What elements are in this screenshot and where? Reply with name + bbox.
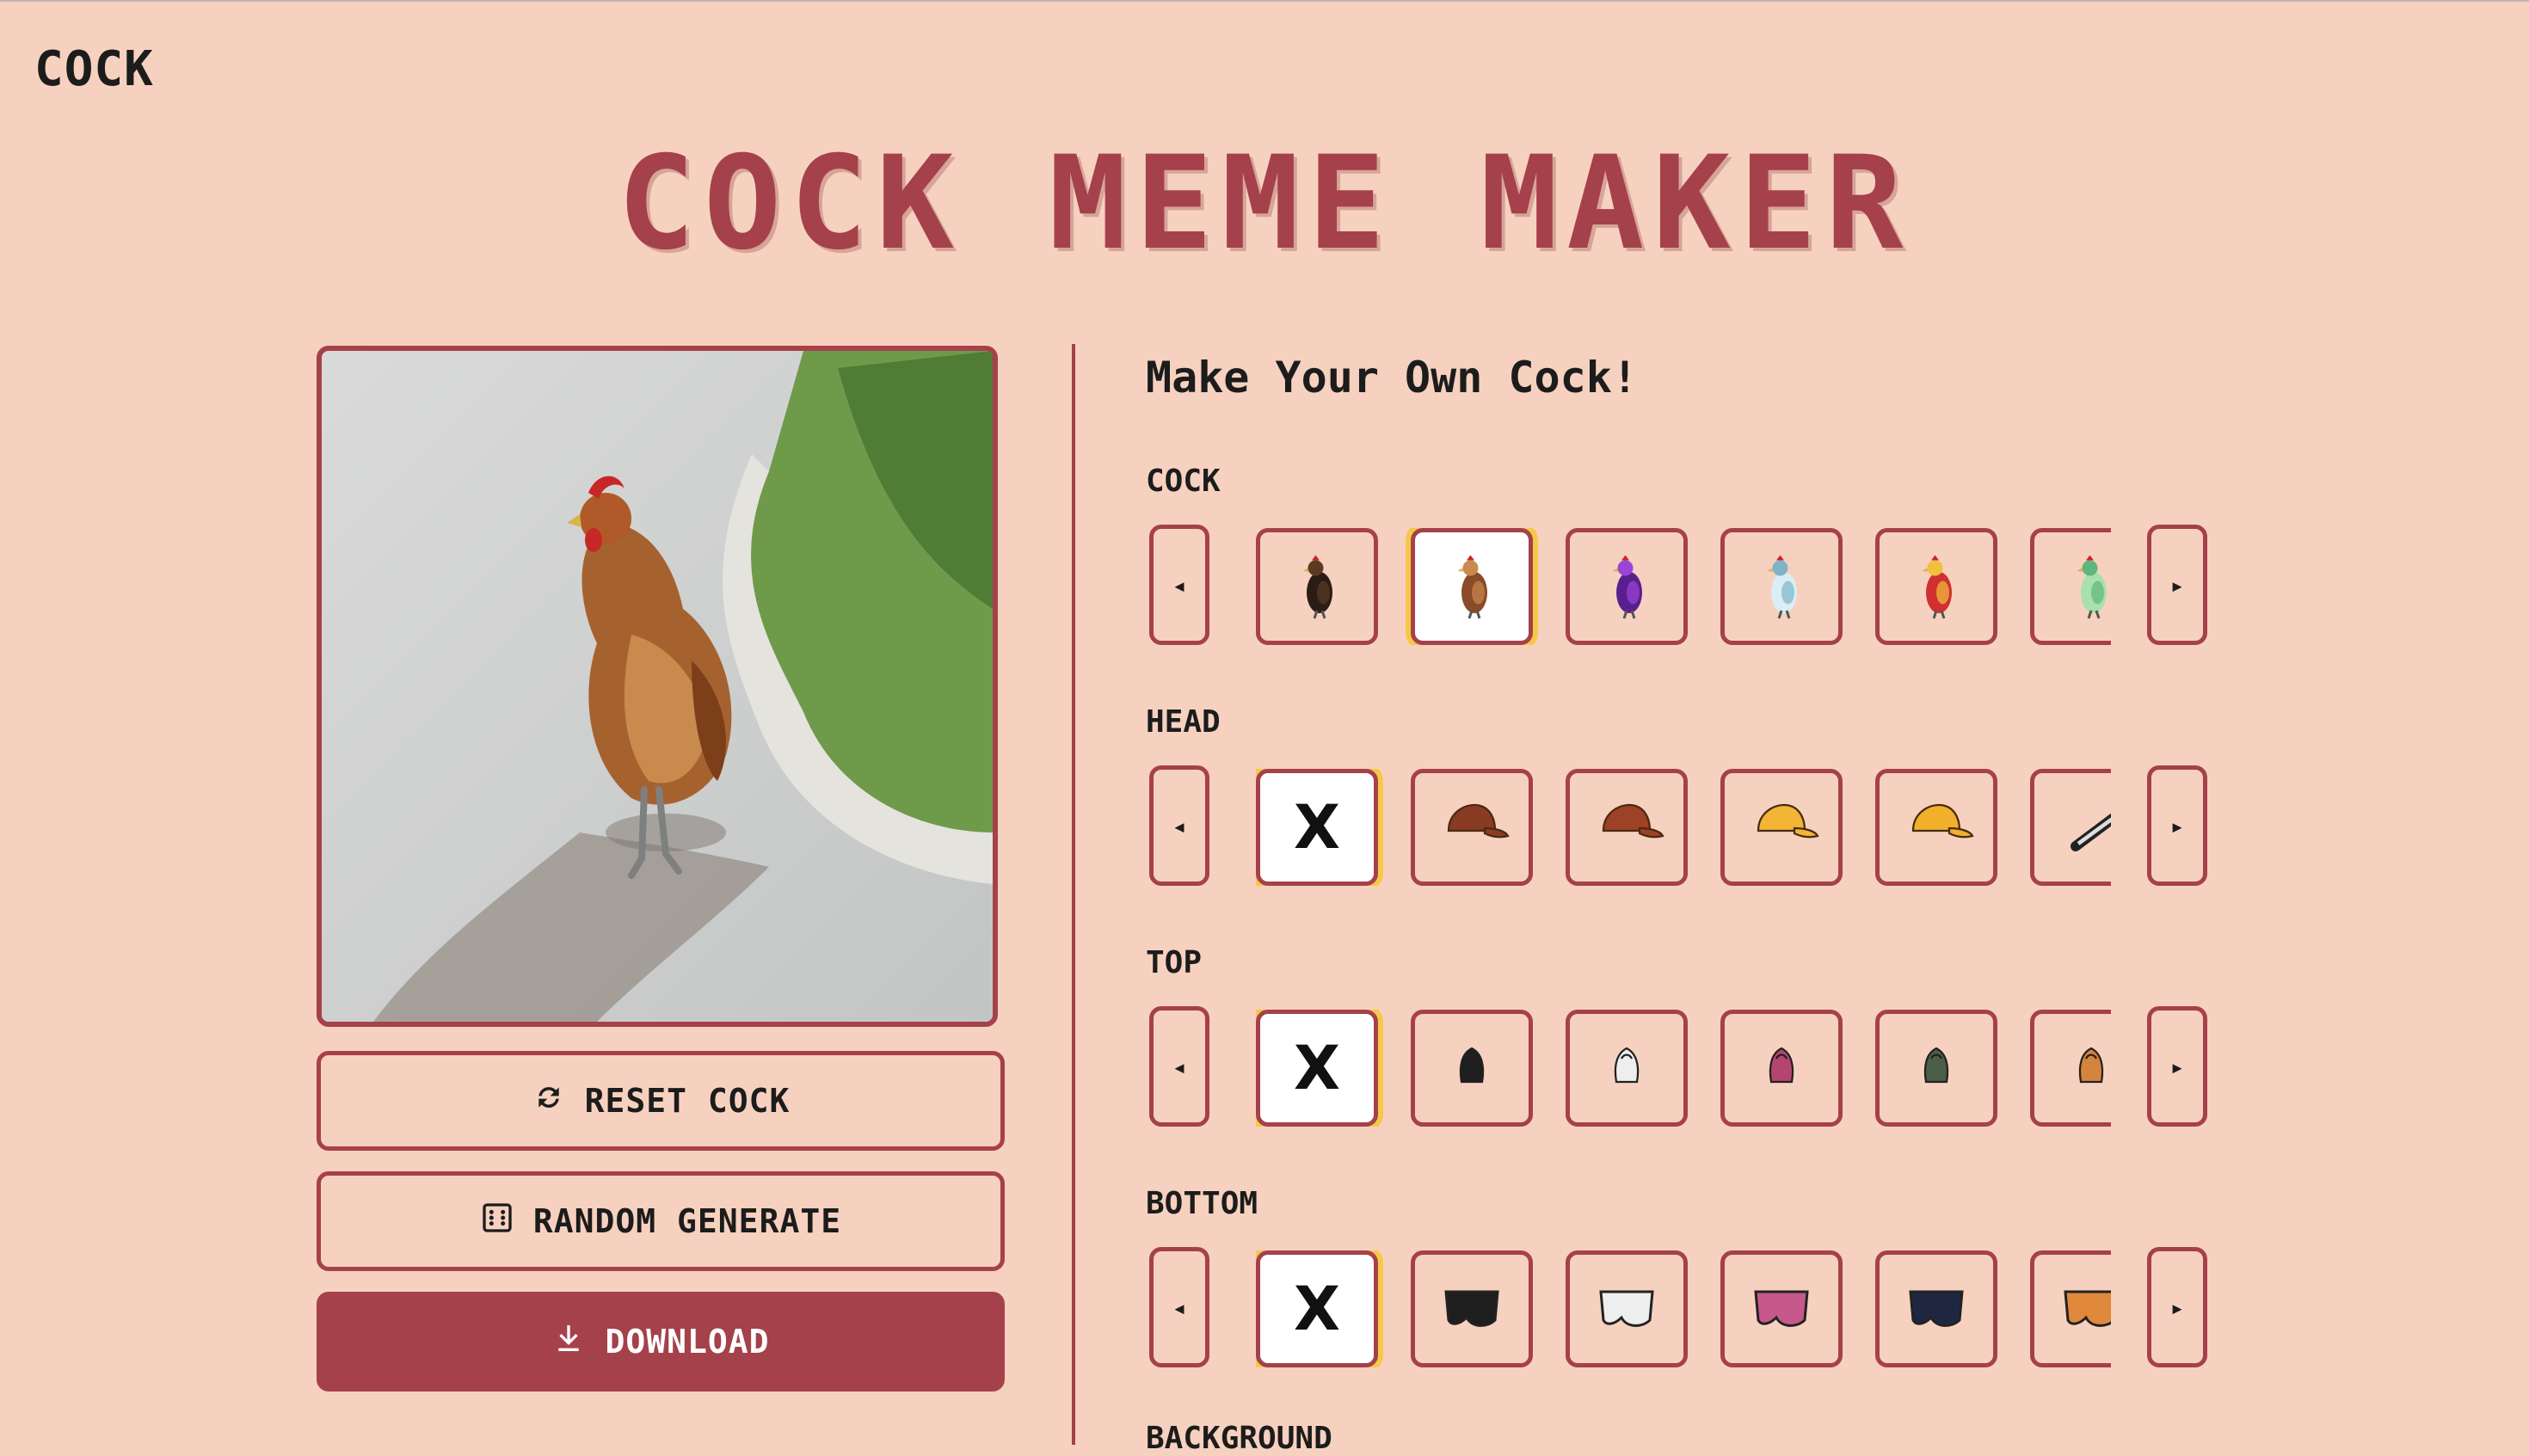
options-carousel: ◂ ▸: [1146, 525, 2264, 645]
section-cock: COCK ◂ ▸: [1146, 456, 2264, 645]
section-label-background: BACKGROUND: [1146, 1421, 1332, 1456]
rooster-brown-icon: [1433, 546, 1511, 627]
option-rooster-purple[interactable]: [1566, 528, 1688, 645]
options-track: [1256, 528, 2111, 645]
option-headphones[interactable]: [2030, 769, 2111, 886]
options-track: X: [1256, 1250, 2111, 1367]
next-arrow-button[interactable]: ▸: [2147, 1247, 2207, 1367]
option-shorts-white[interactable]: [1566, 1250, 1688, 1367]
option-rooster-brown[interactable]: [1411, 528, 1533, 645]
hoodie-black-icon: [1433, 1028, 1511, 1109]
cock-preview-image: [317, 346, 998, 1027]
option-jacket-orange[interactable]: [2030, 1010, 2111, 1127]
random-generate-label: RANDOM GENERATE: [532, 1202, 842, 1240]
next-arrow-button[interactable]: ▸: [2147, 525, 2207, 645]
rooster-red-yellow-icon: [1898, 546, 1975, 627]
shorts-pink-icon: [1743, 1269, 1820, 1349]
option-cap-brown-2[interactable]: [1566, 769, 1688, 886]
reset-cock-button[interactable]: RESET COCK: [317, 1051, 1005, 1151]
reset-icon: [532, 1080, 566, 1122]
options-carousel: ◂ X ▸: [1146, 1247, 2264, 1367]
section-label-bottom: BOTTOM: [1146, 1186, 1258, 1221]
rooster-white-icon: [1743, 546, 1820, 627]
option-rooster-red-yellow[interactable]: [1875, 528, 1997, 645]
option-shorts-black[interactable]: [1411, 1250, 1533, 1367]
cap-brown-icon: [1433, 787, 1511, 868]
panel-title: Make Your Own Cock!: [1146, 353, 1638, 402]
shorts-black-icon: [1433, 1269, 1511, 1349]
shorts-orange-icon: [2052, 1269, 2111, 1349]
rooster-green-icon: [2052, 546, 2111, 627]
hoodie-green-icon: [1898, 1028, 1975, 1109]
option-hoodie-green[interactable]: [1875, 1010, 1997, 1127]
options-track: X: [1256, 1010, 2111, 1127]
none-option-label: X: [1294, 792, 1340, 863]
option-hoodie-black[interactable]: [1411, 1010, 1533, 1127]
section-label-cock: COCK: [1146, 464, 1221, 499]
option-rooster-black[interactable]: [1256, 528, 1378, 645]
hoodie-pink-icon: [1743, 1028, 1820, 1109]
option-cap-yellow-2[interactable]: [1875, 769, 1997, 886]
option-cap-brown[interactable]: [1411, 769, 1533, 886]
rooster-purple-icon: [1588, 546, 1665, 627]
options-carousel: ◂ X ▸: [1146, 1006, 2264, 1127]
section-label-head: HEAD: [1146, 704, 1221, 740]
option-rooster-green[interactable]: [2030, 528, 2111, 645]
jacket-orange-icon: [2052, 1028, 2111, 1109]
prev-arrow-button[interactable]: ◂: [1149, 1006, 1209, 1127]
option-none[interactable]: X: [1256, 1010, 1378, 1127]
cap-yellow-2-icon: [1898, 787, 1975, 868]
option-shorts-orange[interactable]: [2030, 1250, 2111, 1367]
option-none[interactable]: X: [1256, 769, 1378, 886]
option-shorts-pink[interactable]: [1720, 1250, 1843, 1367]
section-head: HEAD ◂ X ▸: [1146, 697, 2264, 886]
option-rooster-white[interactable]: [1720, 528, 1843, 645]
top-border: [0, 0, 2529, 2]
shorts-white-icon: [1588, 1269, 1665, 1349]
options-carousel: ◂ X ▸: [1146, 765, 2264, 886]
cap-yellow-icon: [1743, 787, 1820, 868]
rooster-black-icon: [1278, 546, 1356, 627]
section-bottom: BOTTOM ◂ X ▸: [1146, 1178, 2264, 1367]
panel-divider: [1072, 344, 1075, 1445]
next-arrow-button[interactable]: ▸: [2147, 1006, 2207, 1127]
shorts-navy-icon: [1898, 1269, 1975, 1349]
option-hoodie-white[interactable]: [1566, 1010, 1688, 1127]
section-top: TOP ◂ X ▸: [1146, 937, 2264, 1127]
none-option-label: X: [1294, 1033, 1340, 1103]
site-logo[interactable]: COCK: [34, 41, 154, 97]
prev-arrow-button[interactable]: ◂: [1149, 765, 1209, 886]
prev-arrow-button[interactable]: ◂: [1149, 525, 1209, 645]
option-shorts-navy[interactable]: [1875, 1250, 1997, 1367]
random-generate-button[interactable]: RANDOM GENERATE: [317, 1171, 1005, 1271]
headphones-icon: [2052, 787, 2111, 868]
next-arrow-button[interactable]: ▸: [2147, 765, 2207, 886]
reset-cock-label: RESET COCK: [584, 1082, 791, 1120]
option-cap-yellow[interactable]: [1720, 769, 1843, 886]
option-none[interactable]: X: [1256, 1250, 1378, 1367]
download-icon: [551, 1321, 586, 1363]
option-hoodie-pink[interactable]: [1720, 1010, 1843, 1127]
none-option-label: X: [1294, 1274, 1340, 1344]
dice-icon: [480, 1201, 514, 1243]
download-button[interactable]: DOWNLOAD: [317, 1292, 1005, 1391]
download-label: DOWNLOAD: [605, 1323, 770, 1361]
cap-brown-2-icon: [1588, 787, 1665, 868]
prev-arrow-button[interactable]: ◂: [1149, 1247, 1209, 1367]
section-label-top: TOP: [1146, 945, 1203, 980]
hoodie-white-icon: [1588, 1028, 1665, 1109]
options-track: X: [1256, 769, 2111, 886]
page-title: COCK MEME MAKER: [617, 129, 1912, 279]
